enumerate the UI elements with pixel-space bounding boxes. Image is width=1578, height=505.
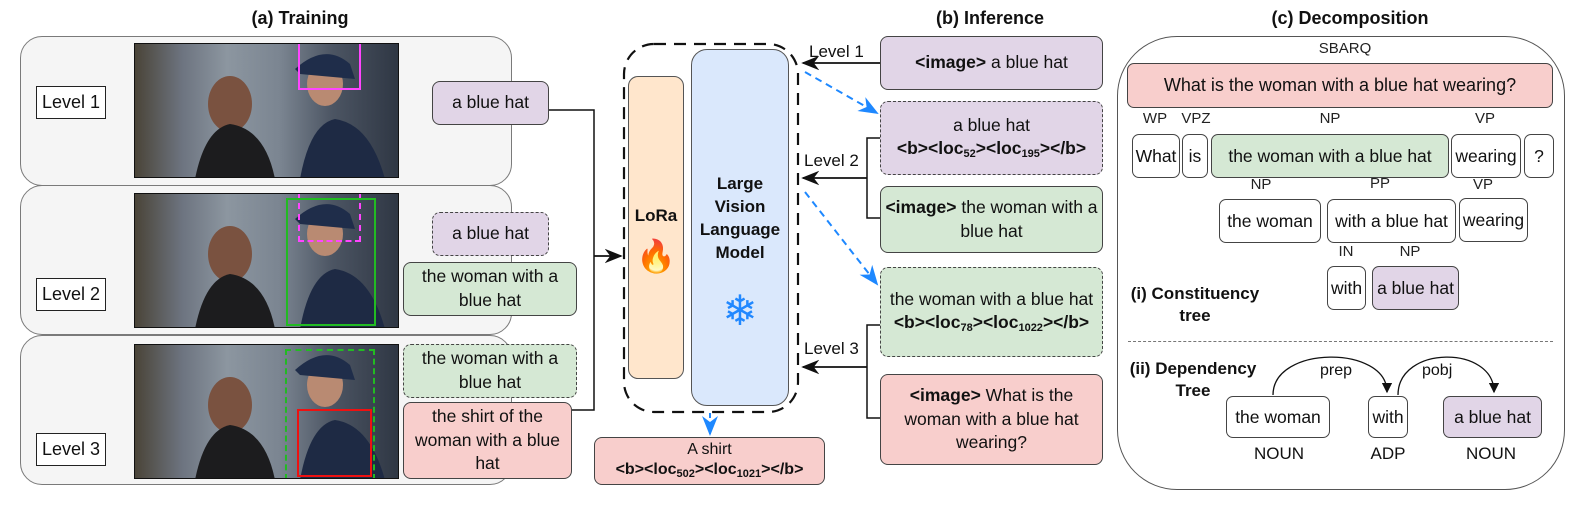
inference-level-3-label: Level 3 bbox=[804, 339, 859, 358]
tag-pp: PP bbox=[1369, 175, 1390, 192]
final-output-location: <b><loc502><loc1021></b> bbox=[615, 461, 804, 481]
output-arrow-level-2 bbox=[804, 191, 879, 286]
tag-vp: VP bbox=[1474, 110, 1495, 127]
training-photo-level-2 bbox=[134, 193, 399, 328]
inference-box-level-3-input: <image> What is the woman with a blue ha… bbox=[880, 374, 1103, 465]
level-2-label: Level 2 bbox=[36, 278, 106, 311]
arc-label-prep: prep bbox=[1320, 362, 1353, 379]
constituency-tree-label: (i) Constituency tree bbox=[1130, 284, 1260, 326]
level-1-label: Level 1 bbox=[36, 86, 106, 119]
word-np-phrase: the woman with a blue hat bbox=[1211, 134, 1449, 178]
training-level-1-text: a blue hat bbox=[432, 81, 549, 125]
word-the-woman: the woman bbox=[1219, 199, 1321, 243]
training-level-2-text-hat: a blue hat bbox=[432, 212, 549, 256]
output-arrow-level-1 bbox=[804, 71, 879, 114]
inference-bracket-level-2 bbox=[866, 137, 880, 219]
word-a-blue-hat: a blue hat bbox=[1372, 266, 1459, 310]
word-with: with bbox=[1327, 266, 1366, 310]
word-is: is bbox=[1182, 134, 1208, 178]
inference-box-level-2-output: the woman with a blue hat <b><loc78><loc… bbox=[880, 267, 1103, 357]
tag-np-2: NP bbox=[1250, 176, 1272, 193]
tag-in: IN bbox=[1338, 243, 1354, 260]
word-question-mark: ? bbox=[1524, 134, 1554, 178]
tag-vpz: VPZ bbox=[1181, 110, 1211, 127]
dep-word-with: with bbox=[1368, 396, 1408, 438]
bbox-hat-dashed bbox=[298, 194, 361, 242]
lora-label: LoRa bbox=[634, 206, 678, 225]
training-photo-level-1 bbox=[134, 43, 399, 178]
inference-box-level-1-output: a blue hat <b><loc52><loc195></b> bbox=[880, 101, 1103, 175]
training-photo-level-3 bbox=[134, 344, 399, 479]
inference-box-level-1-input: <image> a blue hat bbox=[880, 36, 1103, 90]
lora-module bbox=[628, 76, 684, 379]
inference-bracket-level-3 bbox=[866, 324, 880, 419]
training-title: (a) Training bbox=[251, 8, 349, 28]
tag-np: NP bbox=[1319, 110, 1341, 127]
training-level-3-text-shirt: the shirt of the woman with a blue hat bbox=[403, 402, 572, 479]
level-3-label: Level 3 bbox=[36, 433, 106, 466]
word-wearing-2: wearing bbox=[1459, 198, 1528, 242]
decomposition-title: (c) Decomposition bbox=[1271, 8, 1429, 28]
dep-word-a-blue-hat: a blue hat bbox=[1443, 396, 1542, 438]
pos-noun-2: NOUN bbox=[1465, 444, 1517, 463]
inference-level-2-label: Level 2 bbox=[804, 151, 859, 170]
inference-title: (b) Inference bbox=[935, 8, 1045, 28]
training-level-3-text-woman: the woman with a blue hat bbox=[403, 344, 577, 398]
pos-noun-1: NOUN bbox=[1253, 444, 1305, 463]
final-output-label: A shirt bbox=[687, 441, 732, 459]
fire-icon: 🔥 bbox=[636, 238, 676, 274]
inference-level-1-label: Level 1 bbox=[809, 42, 864, 61]
bbox-shirt bbox=[297, 409, 372, 477]
tag-np-3: NP bbox=[1399, 243, 1421, 260]
question-box: What is the woman with a blue hat wearin… bbox=[1127, 63, 1553, 108]
inference-box-level-2-input: <image> the woman with a blue hat bbox=[880, 186, 1103, 253]
word-what: What bbox=[1132, 134, 1180, 178]
dep-word-the-woman: the woman bbox=[1226, 396, 1330, 438]
bbox-hat bbox=[298, 44, 361, 90]
word-wearing: wearing bbox=[1451, 134, 1521, 178]
arc-label-pobj: pobj bbox=[1422, 362, 1453, 379]
tag-wp: WP bbox=[1142, 110, 1168, 127]
tag-vp-2: VP bbox=[1472, 176, 1493, 193]
training-level-2-text-woman: the woman with a blue hat bbox=[403, 262, 577, 316]
snowflake-icon: ❄ bbox=[722, 287, 758, 334]
pos-adp: ADP bbox=[1370, 444, 1406, 463]
final-output-box: A shirt <b><loc502><loc1021></b> bbox=[594, 437, 825, 485]
lvlm-label: Large Vision Language Model bbox=[699, 174, 781, 262]
root-tag: SBARQ bbox=[1290, 40, 1400, 57]
word-with-a-blue-hat: with a blue hat bbox=[1327, 199, 1456, 243]
